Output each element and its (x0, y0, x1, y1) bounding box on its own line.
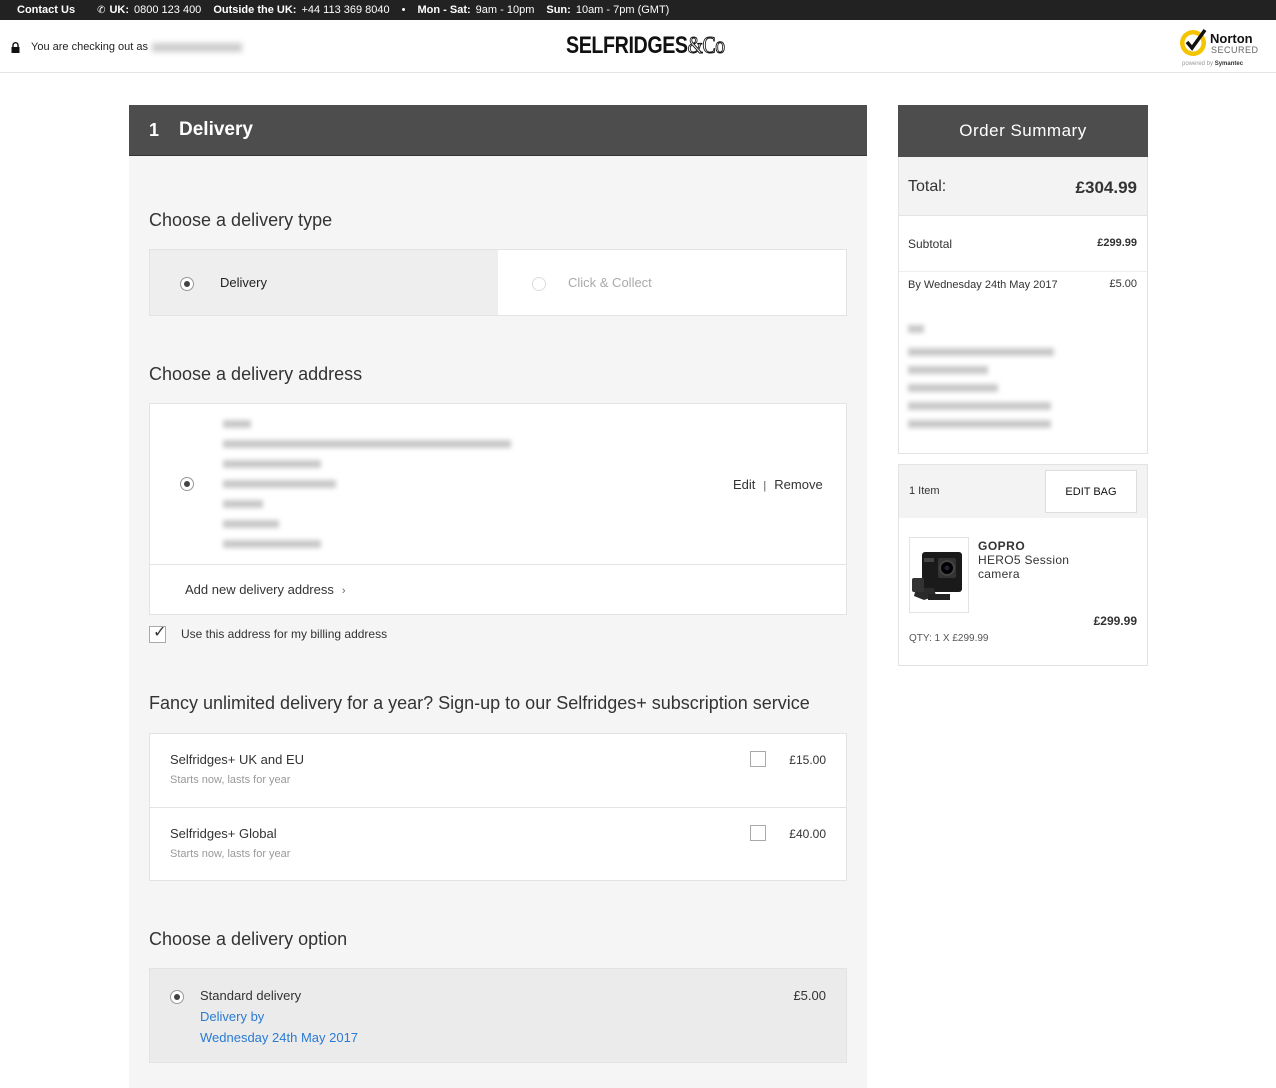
outside-uk-label: Outside the UK: (213, 4, 297, 16)
summary-divider (899, 271, 1147, 272)
subtotal-label: Subtotal (908, 237, 953, 251)
subscription-heading: Fancy unlimited delivery for a year? Sig… (149, 693, 810, 713)
remove-address-link[interactable]: Remove (774, 477, 822, 492)
norton-secured-label: SECURED (1211, 45, 1259, 55)
product-image[interactable] (909, 537, 969, 613)
add-address-label: Add new delivery address (185, 582, 334, 597)
product-brand[interactable]: GOPRO (978, 539, 1025, 553)
delivery-panel: 1 Delivery Choose a delivery type Delive… (129, 105, 867, 1088)
bag-summary: 1 Item EDIT BAG GOPRO HERO5 Session came… (898, 464, 1148, 666)
edit-bag-button[interactable]: EDIT BAG (1045, 470, 1137, 513)
checkout-header: You are checking out as SELFRIDGES&Co No… (0, 20, 1276, 73)
mon-sat-label: Mon - Sat: (417, 4, 471, 16)
delivery-type-option-click-collect[interactable]: Click & Collect (498, 250, 846, 315)
powered-by-label: powered by (1182, 61, 1214, 67)
standard-delivery-radio[interactable] (170, 990, 184, 1004)
billing-address-label: Use this address for my billing address (181, 627, 388, 641)
add-new-address-link[interactable]: Add new delivery address › (185, 582, 346, 597)
checkout-as-label: You are checking out as (31, 41, 149, 53)
bag-item-count: 1 Item (909, 485, 940, 497)
subscription-price: £15.00 (789, 753, 826, 767)
subscription-list: Selfridges+ UK and EU Starts now, lasts … (149, 733, 847, 881)
total-label: Total: (908, 178, 947, 195)
logo-text: SELFRIDGES (566, 32, 688, 59)
delivery-date: Wednesday 24th May 2017 (200, 1030, 359, 1045)
checkout-user-text: You are checking out as (31, 41, 243, 53)
mon-sat-hours: 9am - 10pm (475, 4, 535, 16)
action-separator: | (763, 480, 767, 492)
contact-us-link[interactable]: Contact Us (17, 4, 75, 16)
address-divider (150, 564, 846, 565)
edit-address-link[interactable]: Edit (733, 477, 755, 492)
delivery-type-heading: Choose a delivery type (149, 210, 333, 230)
standard-delivery-price: £5.00 (793, 988, 826, 1003)
subscription-global-checkbox[interactable] (750, 825, 766, 841)
address-radio[interactable] (180, 477, 194, 491)
delivery-option-heading: Choose a delivery option (149, 929, 348, 949)
step-title: Delivery (179, 119, 253, 140)
chevron-right-icon: › (341, 585, 346, 597)
norton-secured-badge[interactable]: Norton SECURED powered by Symantec (1178, 24, 1264, 70)
checkmark-icon: ✓ (153, 624, 167, 641)
product-quantity: QTY: 1 X £299.99 (909, 633, 989, 644)
norton-powered-by: powered by Symantec (1182, 61, 1243, 67)
summary-delivery-price: £5.00 (1109, 278, 1137, 290)
outside-uk-phone: +44 113 369 8040 (301, 4, 390, 16)
subscription-uk-eu-checkbox[interactable] (750, 751, 766, 767)
delivery-step-header: 1 Delivery (129, 105, 867, 156)
delivery-type-option-delivery[interactable]: Delivery (150, 250, 498, 315)
product-name[interactable]: HERO5 Session camera (978, 553, 1088, 581)
contact-bar: Contact Us ✆ UK: 0800 123 400 Outside th… (0, 0, 1276, 20)
subscription-price: £40.00 (789, 827, 826, 841)
click-collect-label: Click & Collect (568, 275, 652, 290)
subscription-divider (150, 807, 846, 808)
uk-phone: 0800 123 400 (134, 4, 202, 16)
subtotal-value: £299.99 (1097, 237, 1137, 249)
billing-address-checkbox[interactable]: ✓ (149, 624, 167, 643)
order-summary: Order Summary Total: £304.99 Subtotal £2… (898, 105, 1148, 454)
step-number: 1 (149, 119, 160, 140)
delivery-address-heading: Choose a delivery address (149, 364, 363, 384)
bag-header: 1 Item EDIT BAG (899, 465, 1147, 518)
subscription-title: Selfridges+ UK and EU (170, 752, 305, 767)
delivery-radio[interactable] (180, 277, 194, 291)
total-value: £304.99 (1075, 178, 1137, 197)
order-summary-title: Order Summary (898, 105, 1148, 157)
sun-hours: 10am - 7pm (GMT) (575, 4, 670, 16)
norton-check-icon (1180, 28, 1207, 56)
delivery-by-label: Delivery by (200, 1009, 265, 1024)
address-actions: Edit | Remove (733, 477, 823, 492)
product-price: £299.99 (1093, 614, 1137, 628)
delivery-type-label: Delivery (220, 275, 267, 290)
delivery-option-standard[interactable]: Standard delivery Delivery by Wednesday … (149, 968, 847, 1063)
symantec-label: Symantec (1214, 61, 1244, 67)
address-list: Edit | Remove Add new delivery address › (149, 403, 847, 615)
delivery-type-selector: Delivery Click & Collect (149, 249, 847, 316)
phone-icon: ✆ (97, 4, 106, 16)
subscription-desc: Starts now, lasts for year (170, 848, 291, 860)
selfridges-logo[interactable]: SELFRIDGES&Co (566, 32, 726, 60)
norton-label: Norton (1210, 31, 1253, 46)
uk-label: UK: (109, 4, 130, 16)
subscription-desc: Starts now, lasts for year (170, 774, 291, 786)
click-collect-radio[interactable] (532, 277, 546, 291)
summary-delivery-date: By Wednesday 24th May 2017 (908, 279, 1058, 291)
subscription-title: Selfridges+ Global (170, 826, 277, 841)
gopro-camera-icon (912, 552, 962, 600)
standard-delivery-title: Standard delivery (200, 988, 302, 1003)
separator-dot: • (401, 4, 406, 16)
blurred-email (152, 42, 243, 52)
sun-label: Sun: (546, 4, 571, 16)
lock-icon (11, 42, 20, 53)
logo-co: &Co (687, 33, 725, 60)
order-total-row: Total: £304.99 (899, 157, 1147, 216)
